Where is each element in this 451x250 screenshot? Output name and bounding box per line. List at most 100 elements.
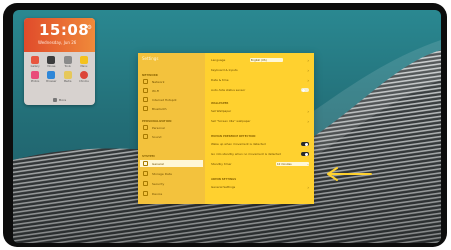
- widget-header: 15:08 Wednesday, Jun 26 ⚙: [24, 18, 95, 52]
- widget-settings-icon[interactable]: ⚙: [87, 24, 92, 31]
- language-value: English (US): [250, 58, 267, 62]
- standby-timer-row[interactable]: Standby timer 10 minutes ⌄: [211, 161, 309, 167]
- sidebar-item-label: Sound: [152, 134, 162, 139]
- app-chrome[interactable]: Chrome: [76, 71, 92, 83]
- photos-icon: [31, 71, 40, 79]
- chrome-icon: [79, 71, 88, 79]
- datetime-row[interactable]: Date & time ›: [211, 77, 309, 83]
- media-icon: [63, 71, 72, 79]
- app-label: Tools: [64, 65, 71, 68]
- device-icon: [143, 191, 148, 196]
- human-presence-section-label: HUMAN PRESENCE DETECTION: [211, 135, 256, 138]
- chevron-right-icon: ›: [307, 77, 309, 83]
- chevron-right-icon: ›: [307, 57, 309, 63]
- app-mouse[interactable]: Mouse: [43, 56, 59, 68]
- sidebar-item-device[interactable]: Device: [140, 190, 203, 197]
- settings-main: Language English (US) › Keyboard & Input…: [205, 53, 314, 204]
- mouse-icon: [47, 56, 56, 64]
- personal-icon: [143, 125, 148, 130]
- sidebar-item-network[interactable]: Network: [140, 78, 203, 85]
- sidebar-section-personalization: PERSONALIZATION: [142, 119, 172, 123]
- app-label: Media: [63, 80, 72, 83]
- general-icon: [143, 161, 148, 166]
- app-media[interactable]: Media: [60, 71, 76, 83]
- clock-time: 15:08: [39, 21, 90, 39]
- chevron-right-icon: ›: [307, 108, 309, 114]
- app-browser[interactable]: Browser: [43, 71, 59, 83]
- app-photos[interactable]: Photos: [27, 71, 43, 83]
- sound-icon: [143, 134, 148, 139]
- standby-timer-label: Standby timer: [211, 162, 232, 166]
- sidebar-item-hotspot[interactable]: Internet Hotspot: [140, 96, 203, 103]
- standby-row: Go into standby when no movement is dete…: [211, 151, 309, 157]
- clock-date: Wednesday, Jun 26: [38, 40, 77, 45]
- keyboard-label: Keyboard & Inputs: [211, 68, 238, 72]
- wake-row: Wake up when movement is detected: [211, 141, 309, 147]
- sidebar-item-security[interactable]: Security: [140, 180, 203, 187]
- hotspot-icon: [143, 97, 148, 102]
- standby-timer-value: 10 minutes: [277, 162, 292, 166]
- sidebar-item-label: General: [152, 161, 164, 166]
- language-label: Language: [211, 58, 226, 62]
- set-idle-wallpaper-label: Set "Screen Idle" wallpaper: [211, 119, 251, 123]
- auto-hide-toggle[interactable]: [301, 88, 309, 92]
- browser-icon: [47, 71, 56, 79]
- wake-toggle[interactable]: [301, 142, 309, 146]
- storage-icon: [143, 171, 148, 176]
- language-row[interactable]: Language English (US) ›: [211, 57, 309, 63]
- gallery-icon: [31, 56, 40, 64]
- settings-sidebar: Settings NETWORK Network Wi-Fi Internet …: [138, 53, 205, 204]
- chevron-down-icon: ⌄: [306, 162, 309, 166]
- sidebar-item-general[interactable]: General: [140, 160, 203, 167]
- wake-label: Wake up when movement is detected: [211, 142, 266, 146]
- sidebar-section-network: NETWORK: [142, 73, 158, 77]
- widget-footer-label: More: [58, 98, 67, 102]
- sidebar-item-label: Storage Data: [152, 171, 172, 176]
- app-label: Gallery: [30, 65, 40, 68]
- widget-footer[interactable]: More: [24, 95, 95, 105]
- sidebar-item-storage[interactable]: Storage Data: [140, 170, 203, 177]
- app-label: Browser: [46, 80, 57, 83]
- home-widget: 15:08 Wednesday, Jun 26 ⚙ Gallery Mouse …: [24, 18, 95, 105]
- app-label: Mouse: [47, 65, 56, 68]
- general-settings-label: General Settings: [211, 185, 236, 189]
- set-idle-wallpaper-row[interactable]: Set "Screen Idle" wallpaper ›: [211, 118, 309, 124]
- standby-label: Go into standby when no movement is dete…: [211, 152, 281, 156]
- app-grid: Gallery Mouse Tools Menu Photos Browser …: [27, 56, 92, 83]
- chevron-right-icon: ›: [307, 67, 309, 73]
- sidebar-item-label: Wi-Fi: [152, 88, 160, 93]
- sidebar-item-sound[interactable]: Sound: [140, 133, 203, 140]
- sidebar-item-label: Bluetooth: [152, 106, 167, 111]
- settings-title: Settings: [142, 56, 159, 61]
- sidebar-section-system: SYSTEM: [142, 154, 155, 158]
- standby-toggle[interactable]: [301, 152, 309, 156]
- display-bezel: 15:08 Wednesday, Jun 26 ⚙ Gallery Mouse …: [3, 3, 447, 247]
- arrow-left-icon: [327, 167, 372, 181]
- general-settings-row[interactable]: General Settings ›: [211, 184, 309, 190]
- app-gallery[interactable]: Gallery: [27, 56, 43, 68]
- language-select[interactable]: English (US): [249, 58, 283, 62]
- app-tools[interactable]: Tools: [60, 56, 76, 68]
- sidebar-item-wifi[interactable]: Wi-Fi: [140, 87, 203, 94]
- app-menu[interactable]: Menu: [76, 56, 92, 68]
- menu-icon: [79, 56, 88, 64]
- security-icon: [143, 181, 148, 186]
- standby-timer-select[interactable]: 10 minutes ⌄: [276, 162, 309, 166]
- grid-icon: [52, 98, 57, 102]
- sidebar-item-personal[interactable]: Personal: [140, 124, 203, 131]
- sidebar-item-label: Device: [152, 191, 163, 196]
- wallpaper-section-label: WALLPAPER: [211, 102, 229, 105]
- sidebar-item-label: Internet Hotspot: [152, 97, 177, 102]
- set-wallpaper-row[interactable]: Set Wallpaper ›: [211, 108, 309, 114]
- chevron-right-icon: ›: [307, 118, 309, 124]
- app-label: Menu: [80, 65, 88, 68]
- app-label: Chrome: [78, 80, 89, 83]
- screen: 15:08 Wednesday, Jun 26 ⚙ Gallery Mouse …: [13, 10, 441, 243]
- sidebar-item-bluetooth[interactable]: Bluetooth: [140, 105, 203, 112]
- network-icon: [143, 79, 148, 84]
- datetime-label: Date & time: [211, 78, 229, 82]
- keyboard-row[interactable]: Keyboard & Inputs ›: [211, 67, 309, 73]
- auto-hide-row: Auto-hide status sensor: [211, 87, 309, 93]
- tools-icon: [63, 56, 72, 64]
- bluetooth-icon: [143, 106, 148, 111]
